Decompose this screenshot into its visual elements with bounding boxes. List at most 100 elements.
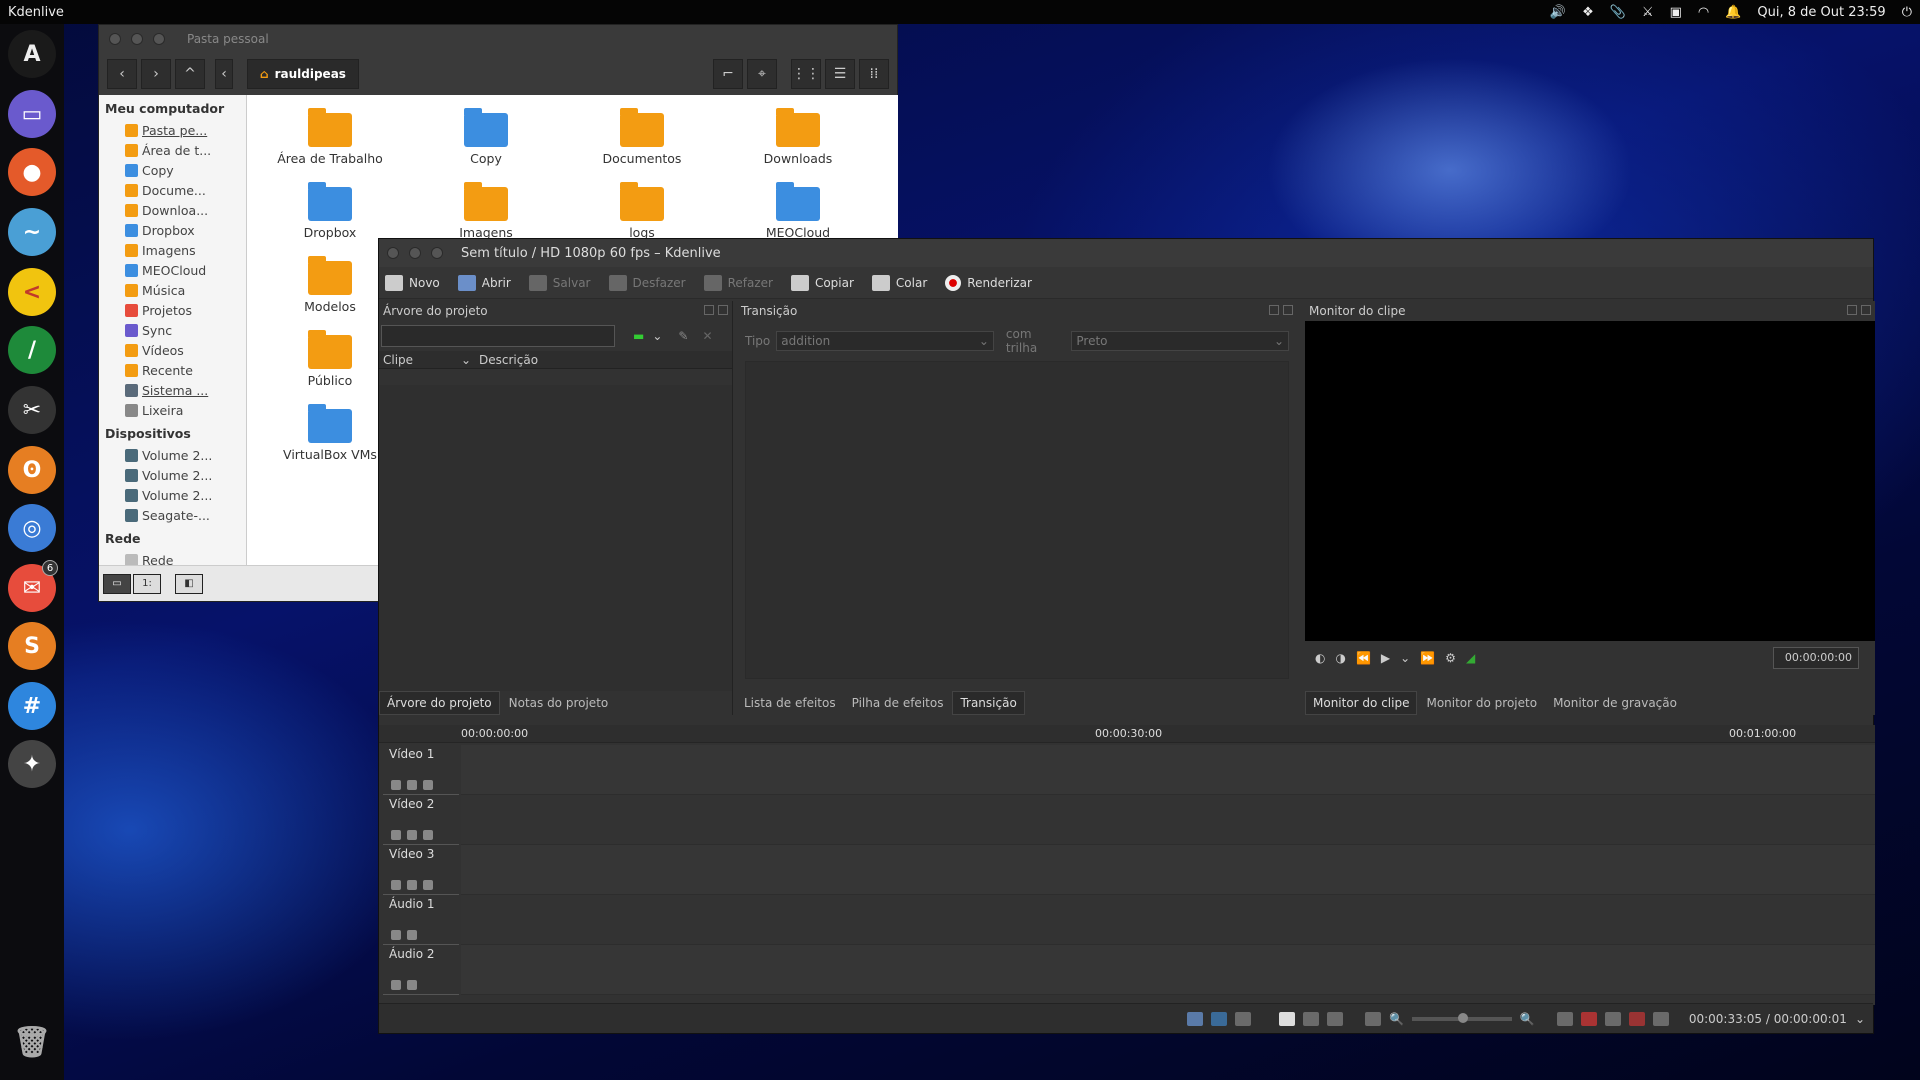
sidebar-item-volume[interactable]: Volume 2... — [105, 465, 240, 485]
sidebar-section-computer[interactable]: Meu computador — [105, 101, 240, 116]
maximize-button[interactable] — [431, 247, 443, 259]
open-button[interactable]: Abrir — [457, 274, 511, 291]
float-icon[interactable] — [1269, 305, 1280, 315]
folder-virtualbox[interactable]: VirtualBox VMs — [265, 404, 395, 462]
float-icon[interactable] — [1847, 305, 1858, 315]
compact-view-icon[interactable]: ⁞⁞ — [859, 59, 889, 89]
folder-public[interactable]: Público — [265, 330, 395, 388]
tray-app-icon[interactable]: ⚔ — [1642, 5, 1654, 20]
arch-icon[interactable]: A — [8, 30, 56, 78]
zone-in-icon[interactable]: ◐ — [1315, 651, 1325, 665]
edit-icon[interactable]: ✎ — [678, 329, 688, 343]
minimize-button[interactable] — [409, 247, 421, 259]
spacer-tool-icon[interactable] — [1326, 1011, 1343, 1026]
fit-zoom-icon[interactable] — [1364, 1011, 1381, 1026]
track-header[interactable]: Áudio 2 — [383, 945, 459, 995]
zoom-slider[interactable] — [1411, 1012, 1512, 1023]
close-icon[interactable] — [1861, 305, 1871, 315]
power-icon[interactable]: ⏻ — [1902, 5, 1912, 20]
zoom-in-icon[interactable]: 🔍 — [1520, 1012, 1535, 1026]
track-mode-icon[interactable] — [1186, 1011, 1203, 1026]
share-icon[interactable]: < — [8, 268, 56, 316]
type-select[interactable]: addition ⌄ — [776, 331, 994, 351]
sidebar-item-trash[interactable]: Lixeira — [105, 400, 240, 420]
select-tool-icon[interactable] — [1278, 1011, 1295, 1026]
delete-icon[interactable]: ✕ — [702, 329, 712, 343]
messenger-icon[interactable]: ~ — [8, 208, 56, 256]
sublime-icon[interactable]: S — [8, 622, 56, 670]
path-left-button[interactable]: ‹ — [215, 59, 233, 89]
paste-button[interactable]: Colar — [871, 274, 927, 291]
sidebar-item-meocloud[interactable]: MEOCloud — [105, 260, 240, 280]
folder-documents[interactable]: Documentos — [577, 108, 707, 166]
scissors-icon[interactable]: ✂ — [8, 386, 56, 434]
tree-icon[interactable]: 1: — [133, 573, 161, 594]
snap-icon[interactable] — [1210, 1011, 1227, 1026]
hashtag-icon[interactable]: # — [8, 682, 56, 730]
list-view-icon[interactable]: ☰ — [825, 59, 855, 89]
paperclip-icon[interactable]: 📎 — [1610, 5, 1626, 20]
project-search-input[interactable] — [381, 325, 615, 347]
audio-icon[interactable]: ◢ — [1466, 651, 1475, 665]
notification-icon[interactable]: 🔔 — [1725, 5, 1741, 20]
folder-logs[interactable]: logs — [577, 182, 707, 240]
forward-button[interactable]: › — [141, 59, 171, 89]
cpu-icon[interactable]: ▣ — [1670, 5, 1682, 20]
folder-dropbox[interactable]: Dropbox — [265, 182, 395, 240]
trash-icon[interactable]: 🗑 — [8, 1018, 56, 1066]
dropbox-icon[interactable]: ❖ — [1582, 5, 1594, 20]
sidebar-item-system[interactable]: Sistema ... — [105, 380, 240, 400]
close-icon[interactable] — [718, 305, 728, 315]
overwrite-icon[interactable] — [1234, 1011, 1251, 1026]
col-clip[interactable]: Clipe ⌄ — [379, 353, 479, 367]
sidebar-section-network[interactable]: Rede — [105, 531, 240, 546]
settings-icon[interactable]: ⚙ — [1445, 651, 1456, 665]
track-lane[interactable] — [461, 895, 1875, 945]
maximize-button[interactable] — [153, 33, 165, 45]
volume-icon[interactable]: 🔊 — [1550, 5, 1566, 20]
track-header[interactable]: Vídeo 3 — [383, 845, 459, 895]
firefox-icon[interactable]: ● — [8, 148, 56, 196]
tab-record-monitor[interactable]: Monitor de gravação — [1546, 692, 1684, 714]
tab-clip-monitor[interactable]: Monitor do clipe — [1305, 691, 1418, 715]
files-icon[interactable]: ▭ — [8, 90, 56, 138]
monitor-screen[interactable] — [1305, 321, 1875, 641]
effects-icon[interactable] — [1628, 1011, 1645, 1026]
sidebar-item-desktop[interactable]: Área de t... — [105, 140, 240, 160]
folder-desktop[interactable]: Área de Trabalho — [265, 108, 395, 166]
sidebar-section-devices[interactable]: Dispositivos — [105, 426, 240, 441]
split-icon[interactable] — [1652, 1011, 1669, 1026]
forward-icon[interactable]: ⏩ — [1420, 651, 1435, 665]
folder-templates[interactable]: Modelos — [265, 256, 395, 314]
monitor-timecode[interactable]: 00:00:00:00 — [1773, 647, 1859, 669]
mail-icon[interactable]: ✉ 6 — [8, 560, 58, 612]
play-icon[interactable]: ▶ — [1381, 651, 1390, 665]
clock[interactable]: Qui, 8 de Out 23:59 — [1757, 5, 1885, 20]
copy-button[interactable]: Copiar — [790, 274, 854, 291]
sidebar-item-music[interactable]: Música — [105, 280, 240, 300]
sidebar-item-volume[interactable]: Volume 2... — [105, 445, 240, 465]
grid-view-icon[interactable]: ⋮⋮ — [791, 59, 821, 89]
tab-transition[interactable]: Transição — [952, 691, 1025, 715]
track-header[interactable]: Áudio 1 — [383, 895, 459, 945]
track-lane[interactable] — [461, 845, 1875, 895]
folder-images[interactable]: Imagens — [421, 182, 551, 240]
track-header[interactable]: Vídeo 2 — [383, 795, 459, 845]
markers-icon[interactable] — [1604, 1011, 1621, 1026]
sidebar-item-network[interactable]: Rede — [105, 550, 240, 565]
back-button[interactable]: ‹ — [107, 59, 137, 89]
track-header[interactable]: Vídeo 1 — [383, 745, 459, 795]
sidebar-item-projects[interactable]: Projetos — [105, 300, 240, 320]
tab-project-monitor[interactable]: Monitor do projeto — [1419, 692, 1544, 714]
zoom-out-icon[interactable]: 🔍 — [1389, 1012, 1404, 1026]
track-lane[interactable] — [461, 745, 1875, 795]
tab-project-notes[interactable]: Notas do projeto — [502, 692, 616, 714]
track-select[interactable]: Preto ⌄ — [1071, 331, 1290, 351]
tab-project-tree[interactable]: Árvore do projeto — [379, 691, 500, 715]
project-tree-list[interactable] — [379, 385, 732, 691]
active-app-name[interactable]: Kdenlive — [8, 5, 64, 20]
kdenlive-icon[interactable]: ✦ — [8, 740, 56, 788]
sidebar-item-dropbox[interactable]: Dropbox — [105, 220, 240, 240]
close-button[interactable] — [109, 33, 121, 45]
float-icon[interactable] — [704, 305, 715, 315]
